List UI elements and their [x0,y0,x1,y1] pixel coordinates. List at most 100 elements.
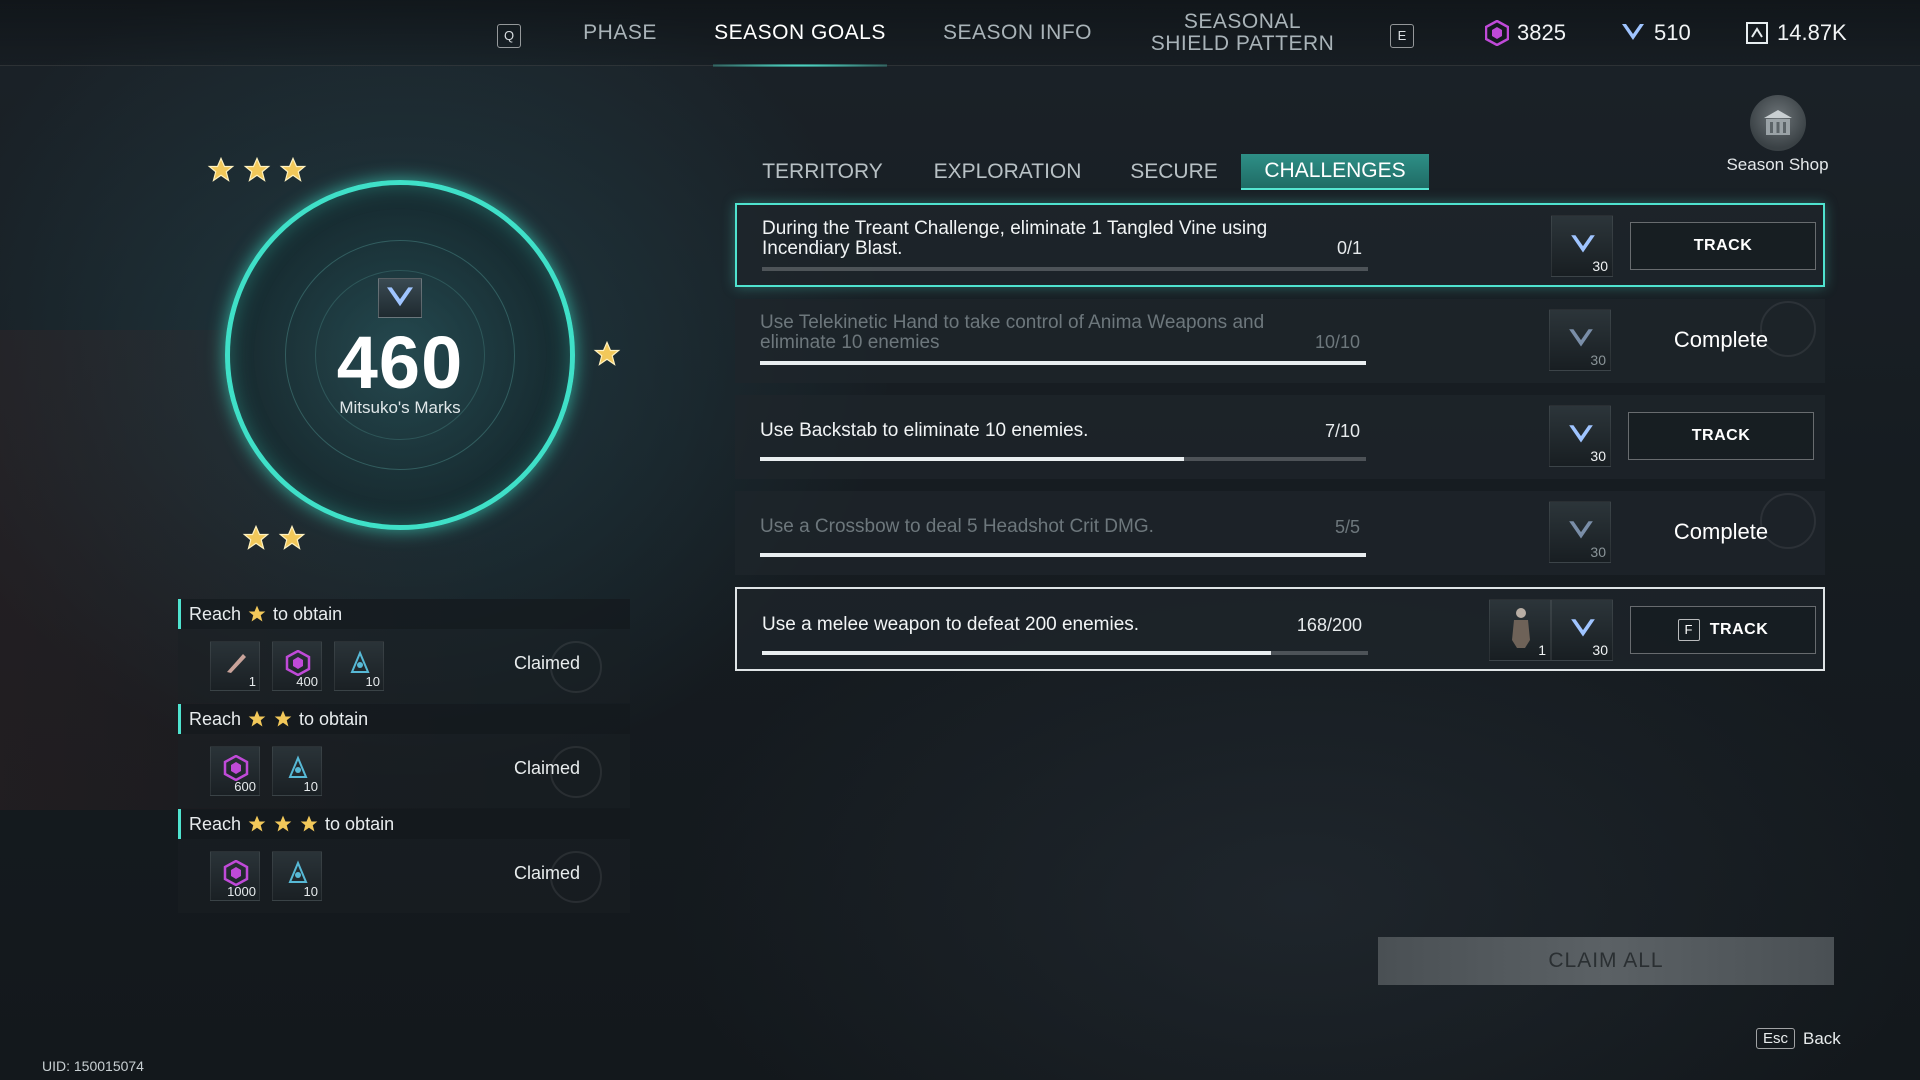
challenge-row[interactable]: During the Treant Challenge, eliminate 1… [735,203,1825,287]
star-icon [248,815,266,832]
challenge-progress-count: 7/10 [1324,421,1360,441]
cube-icon [1746,22,1768,44]
challenge-row[interactable]: Use a melee weapon to defeat 200 enemies… [735,587,1825,671]
reward-tier-2: Reach to obtain 600 10 Claimed [178,704,630,808]
challenge-reward[interactable]: 30 [1551,215,1613,277]
challenge-description: Use a Crossbow to deal 5 Headshot Crit D… [760,516,1154,537]
mark-icon [1569,329,1593,347]
tab-season-goals[interactable]: SEASON GOALS [705,0,895,67]
mark-icon [1571,235,1595,253]
tier-heading-suffix: to obtain [273,603,343,624]
track-label: TRACK [1709,621,1769,638]
season-shop-label: Season Shop [1726,155,1829,174]
challenge-progress-bar [762,651,1368,655]
star-icon [593,340,621,366]
top-navigation-bar: Q PHASE SEASON GOALS SEASON INFO SEASONA… [0,0,1920,67]
track-button[interactable]: TRACK [1628,412,1814,460]
reward-tier-1: Reach to obtain 1 400 10 Claimed [178,599,630,703]
subtab-territory[interactable]: TERRITORY [745,154,900,190]
reward-qty: 10 [303,884,318,899]
challenge-progress-count: 10/10 [1314,332,1360,352]
star-icon [207,156,235,182]
gem-icon [223,755,249,781]
feather-icon [227,654,246,673]
challenge-progress-bar [760,457,1366,461]
reward-item[interactable]: 400 [272,641,322,691]
character-icon [1512,608,1530,648]
challenge-progress-bar [762,267,1368,271]
star-icon [243,156,271,182]
reward-item[interactable]: 10 [334,641,384,691]
complete-status: Complete [1673,519,1769,544]
back-button[interactable]: Esc Back [1756,1028,1841,1049]
star-icon [248,605,266,622]
reward-qty: 600 [234,779,256,794]
next-tab-key-hint[interactable]: E [1390,24,1414,48]
back-label: Back [1803,1028,1841,1048]
reward-qty: 10 [365,674,380,689]
tier-heading-prefix: Reach [189,708,242,729]
tab-phase[interactable]: PHASE [570,0,670,66]
reward-item[interactable]: 1000 [210,851,260,901]
gem-icon [1485,20,1509,46]
reward-item[interactable]: 1 [210,641,260,691]
reward-qty: 1 [248,674,256,689]
claimed-status: Claimed [514,758,581,778]
shop-icon [1749,95,1806,151]
challenge-row[interactable]: Use Telekinetic Hand to take control of … [735,299,1825,383]
challenge-reward[interactable]: 30 [1549,501,1611,563]
challenge-description: Use Backstab to eliminate 10 enemies. [760,420,1089,441]
star-icon [274,815,292,832]
reward-qty: 30 [1592,642,1608,658]
challenge-description: Use Telekinetic Hand to take control of … [760,312,1265,353]
user-id: UID: 150015074 [42,1058,144,1074]
reward-qty: 30 [1590,352,1606,368]
crystal-icon [350,650,370,673]
season-shop-button[interactable]: Season Shop [1715,95,1840,175]
challenge-row[interactable]: Use Backstab to eliminate 10 enemies. 7/… [735,395,1825,479]
cube-count: 14.87K [1777,20,1847,45]
reward-item[interactable]: 10 [272,851,322,901]
challenge-reward[interactable]: 30 [1549,405,1611,467]
subtab-challenges[interactable]: CHALLENGES [1241,154,1429,190]
star-icon [278,524,306,550]
complete-status: Complete [1673,327,1769,352]
tier-heading: Reach to obtain [178,809,630,839]
challenge-progress-count: 168/200 [1296,615,1362,635]
currency-marks: 510 [1620,18,1691,48]
mark-icon [1622,24,1644,40]
track-button[interactable]: F TRACK [1630,606,1816,654]
gem-icon [285,650,311,676]
reward-item[interactable]: 600 [210,746,260,796]
reward-item[interactable]: 10 [272,746,322,796]
reward-qty: 1 [1538,642,1546,658]
mark-icon [1569,425,1593,443]
challenge-reward[interactable]: 30 [1549,309,1611,371]
tab-seasonal-shield-pattern[interactable]: SEASONAL SHIELD PATTERN [1145,0,1340,66]
marks-count: 510 [1654,20,1691,45]
mark-icon [1571,619,1595,637]
claim-all-button[interactable]: CLAIM ALL [1378,937,1834,985]
star-icon [248,710,266,727]
tier-heading: Reach to obtain [178,704,630,734]
subtab-exploration[interactable]: EXPLORATION [920,154,1095,190]
tier-rewards: 600 10 Claimed [178,734,630,808]
currency-cubes: 14.87K [1745,18,1847,48]
reward-qty: 30 [1590,544,1606,560]
challenge-reward[interactable]: 30 [1551,599,1613,661]
gem-count: 3825 [1517,20,1566,45]
marks-label: Mitsuko's Marks [339,398,461,417]
track-label: TRACK [1691,427,1751,444]
currency-gems: 3825 [1485,18,1566,48]
prev-tab-key-hint[interactable]: Q [497,24,521,48]
marks-dial: 460 Mitsuko's Marks [175,140,625,580]
challenge-row[interactable]: Use a Crossbow to deal 5 Headshot Crit D… [735,491,1825,575]
esc-key-hint: Esc [1756,1028,1796,1049]
subtab-secure[interactable]: SECURE [1115,154,1233,190]
tab-season-info[interactable]: SEASON INFO [930,0,1105,66]
track-button[interactable]: TRACK [1630,222,1816,270]
challenge-reward-outfit[interactable]: 1 [1489,599,1551,661]
mark-icon [378,278,422,318]
marks-value: 460 [336,321,464,404]
challenge-progress-count: 0/1 [1336,238,1362,258]
